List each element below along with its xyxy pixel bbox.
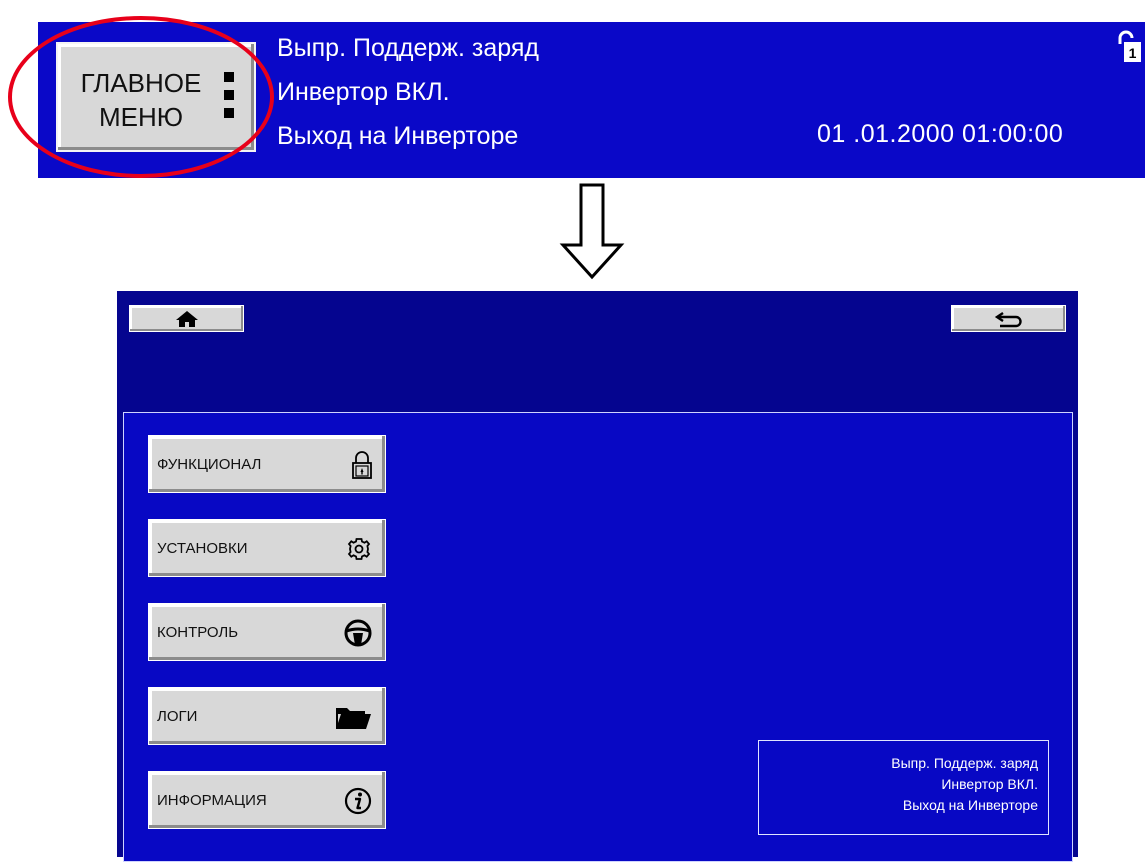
lock-level-label: 1 [1129, 45, 1137, 61]
info-icon [344, 787, 372, 815]
info-status-line-1: Выпр. Поддерж. заряд [891, 755, 1038, 771]
folder-icon [336, 708, 371, 729]
menu-button-label: УСТАНОВКИ [157, 540, 248, 557]
menu-button-settings[interactable]: УСТАНОВКИ [148, 519, 386, 577]
main-menu-label: ГЛАВНОЕ МЕНЮ [66, 66, 216, 134]
menu-panel: ФУНКЦИОНАЛ УСТАНОВКИ КОНТРОЛЬ ЛОГИ ИНФОР… [123, 412, 1073, 862]
menu-dots-icon [224, 72, 234, 126]
menu-button-label: ЛОГИ [157, 708, 198, 725]
info-status-line-2: Инвертор ВКЛ. [941, 776, 1038, 792]
status-line-2: Инвертор ВКЛ. [277, 78, 450, 106]
status-info-box: Выпр. Поддерж. заряд Инвертор ВКЛ. Выход… [758, 740, 1049, 835]
menu-button-functional[interactable]: ФУНКЦИОНАЛ [148, 435, 386, 493]
gear-icon [347, 538, 371, 560]
menu-button-label: ИНФОРМАЦИЯ [157, 792, 267, 809]
down-arrow-icon [559, 183, 625, 280]
back-button[interactable] [951, 305, 1066, 332]
menu-button-information[interactable]: ИНФОРМАЦИЯ [148, 771, 386, 829]
menu-button-label: КОНТРОЛЬ [157, 624, 239, 641]
menu-button-logs[interactable]: ЛОГИ [148, 687, 386, 745]
unlock-icon[interactable]: 1 [1116, 30, 1142, 64]
back-arrow-icon [994, 311, 1022, 327]
info-status-line-3: Выход на Инверторе [902, 797, 1038, 813]
padlock-icon [352, 451, 372, 479]
home-icon [175, 310, 198, 327]
menu-button-control[interactable]: КОНТРОЛЬ [148, 603, 386, 661]
home-button[interactable] [129, 305, 244, 332]
steering-wheel-icon [344, 619, 372, 647]
menu-button-label: ФУНКЦИОНАЛ [157, 456, 262, 473]
main-menu-button[interactable]: ГЛАВНОЕ МЕНЮ [56, 42, 256, 152]
main-menu-label-line2: МЕНЮ [98, 102, 184, 132]
main-menu-screen: ФУНКЦИОНАЛ УСТАНОВКИ КОНТРОЛЬ ЛОГИ ИНФОР… [117, 291, 1078, 862]
main-menu-label-line1: ГЛАВНОЕ [80, 68, 202, 98]
date-time: 01 .01.2000 01:00:00 [817, 120, 1064, 148]
status-line-1: Выпр. Поддерж. заряд [277, 34, 540, 62]
status-line-3: Выход на Инверторе [277, 122, 519, 150]
